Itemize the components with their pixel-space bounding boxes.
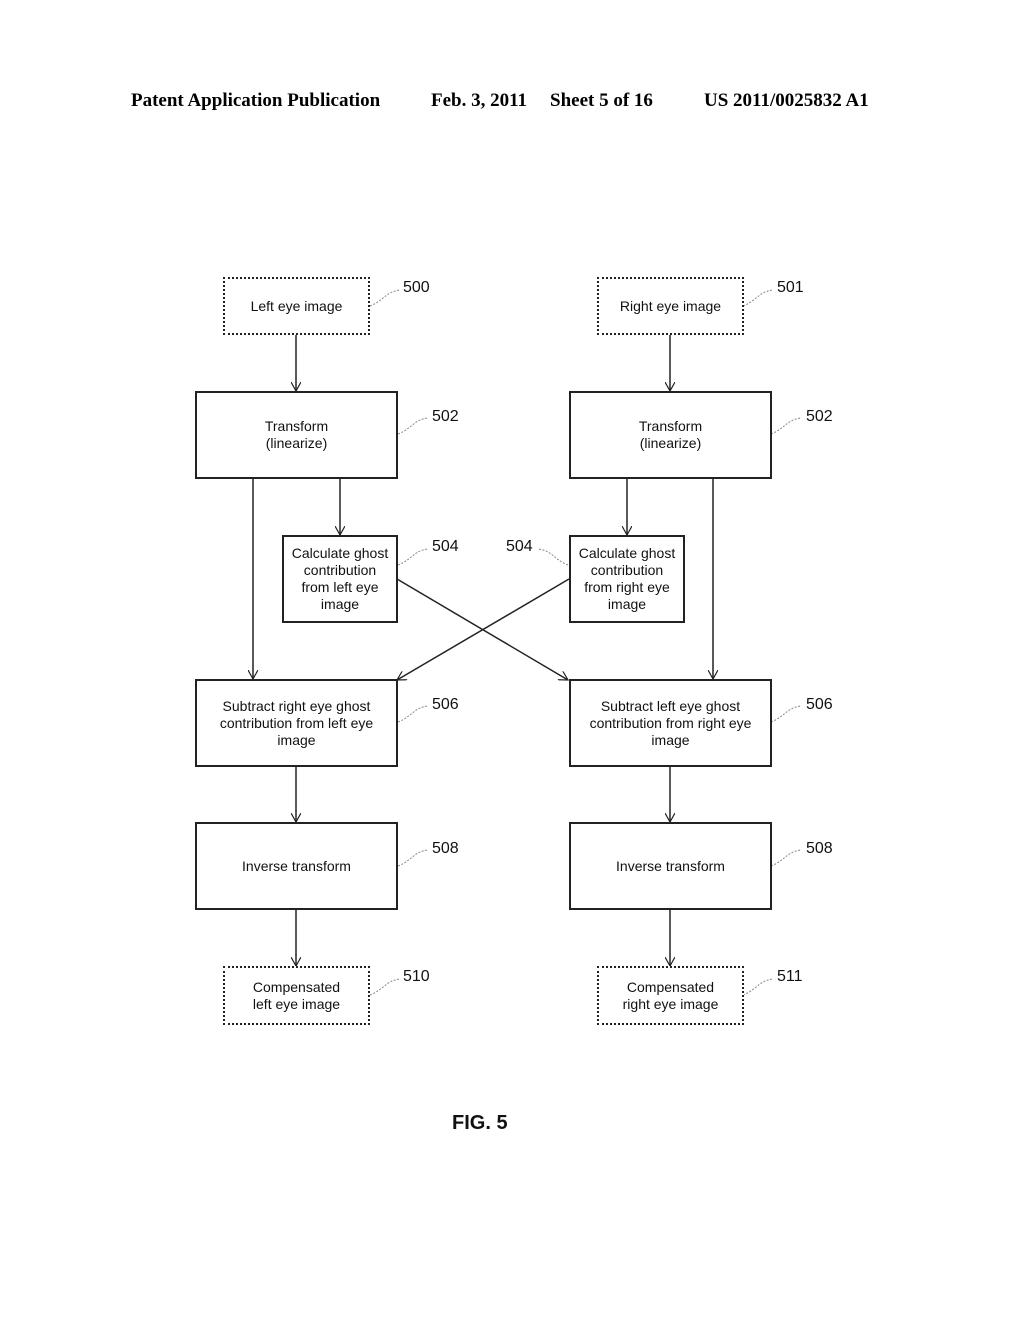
ref-511: 511 xyxy=(777,968,803,985)
leader-504-left xyxy=(397,548,429,566)
leader-508-right xyxy=(770,849,802,867)
right-inverse-transform-node: Inverse transform xyxy=(569,822,772,910)
ref-508-right: 508 xyxy=(806,840,833,857)
ref-502-right: 502 xyxy=(806,408,833,425)
leader-500 xyxy=(369,289,401,307)
leader-504-right xyxy=(537,548,569,566)
leader-502-right xyxy=(770,417,802,435)
ref-501: 501 xyxy=(777,279,804,296)
leader-510 xyxy=(369,978,401,996)
right-subtract-node: Subtract left eye ghost contribution fro… xyxy=(569,679,772,767)
figure-label: FIG. 5 xyxy=(452,1112,508,1134)
leader-501 xyxy=(742,289,774,307)
left-eye-image-node: Left eye image xyxy=(223,277,370,335)
left-inverse-transform-node: Inverse transform xyxy=(195,822,398,910)
ref-502-left: 502 xyxy=(432,408,459,425)
left-ghost-calculation-node: Calculate ghost contribution from left e… xyxy=(282,535,398,623)
ref-510: 510 xyxy=(403,968,430,985)
connector-layer xyxy=(0,289,802,996)
leader-508-left xyxy=(397,849,429,867)
leader-506-left xyxy=(397,705,429,723)
right-eye-image-node: Right eye image xyxy=(597,277,744,335)
ref-508-left: 508 xyxy=(432,840,459,857)
ref-500: 500 xyxy=(403,279,430,296)
leader-502-left xyxy=(397,417,429,435)
leader-506-right xyxy=(770,705,802,723)
compensated-right-eye-image-node: Compensated right eye image xyxy=(597,966,744,1025)
leader-511 xyxy=(742,978,774,996)
ref-504-right: 504 xyxy=(506,538,533,555)
ref-504-left: 504 xyxy=(432,538,459,555)
right-transform-node: Transform (linearize) xyxy=(569,391,772,479)
compensated-left-eye-image-node: Compensated left eye image xyxy=(223,966,370,1025)
ref-506-right: 506 xyxy=(806,696,833,713)
left-subtract-node: Subtract right eye ghost contribution fr… xyxy=(195,679,398,767)
left-transform-node: Transform (linearize) xyxy=(195,391,398,479)
ref-506-left: 506 xyxy=(432,696,459,713)
right-ghost-calculation-node: Calculate ghost contribution from right … xyxy=(569,535,685,623)
